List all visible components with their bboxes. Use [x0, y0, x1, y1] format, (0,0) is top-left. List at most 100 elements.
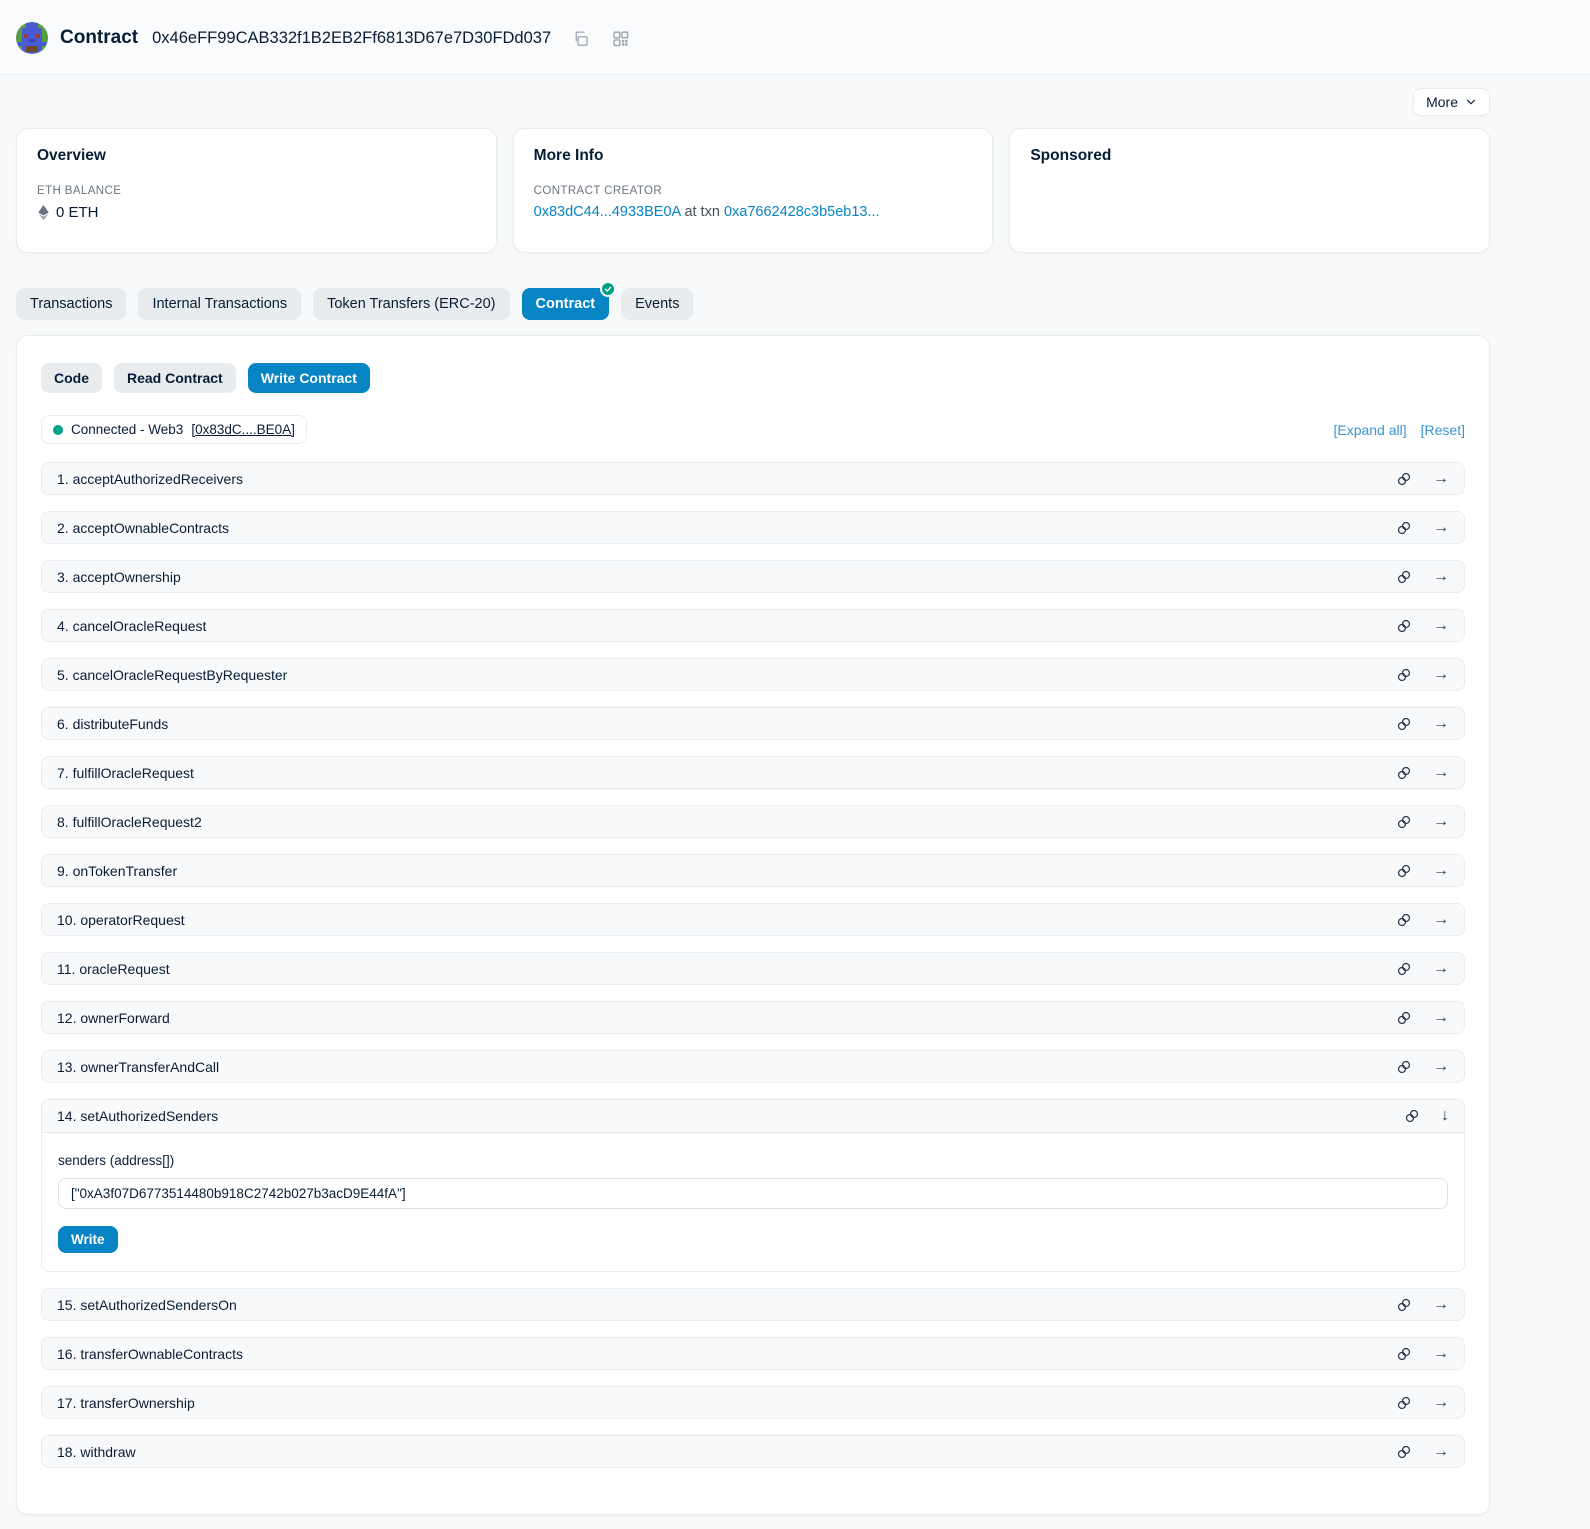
senders-input[interactable] — [58, 1178, 1448, 1209]
link-icon[interactable] — [1396, 814, 1412, 830]
write-button[interactable]: Write — [58, 1226, 118, 1253]
function-label: 11. oracleRequest — [57, 961, 170, 977]
eth-balance-label: ETH BALANCE — [37, 185, 476, 197]
expand-arrow-icon[interactable]: → — [1433, 863, 1449, 879]
link-icon[interactable] — [1396, 716, 1412, 732]
more-info-card: More Info CONTRACT CREATOR 0x83dC44...49… — [513, 128, 994, 253]
contract-blockie-avatar — [16, 22, 48, 54]
link-icon[interactable] — [1396, 1444, 1412, 1460]
expand-arrow-icon[interactable]: → — [1433, 1346, 1449, 1362]
function-row-ownerTransferAndCall[interactable]: 13. ownerTransferAndCall → — [41, 1050, 1465, 1083]
summary-cards: Overview ETH BALANCE 0 ETH More Info CON… — [16, 128, 1490, 253]
expand-arrow-icon[interactable]: → — [1433, 1395, 1449, 1411]
function-row-withdraw[interactable]: 18. withdraw → — [41, 1435, 1465, 1468]
expand-all-link[interactable]: [Expand all] — [1333, 422, 1406, 438]
qr-code-icon — [612, 30, 629, 47]
creator-address-link[interactable]: 0x83dC44...4933BE0A — [534, 204, 681, 220]
expand-arrow-icon[interactable]: → — [1433, 1297, 1449, 1313]
qr-code-button[interactable] — [612, 30, 629, 47]
expand-arrow-icon[interactable]: → — [1433, 716, 1449, 732]
link-icon[interactable] — [1396, 1346, 1412, 1362]
function-row-transferOwnership[interactable]: 17. transferOwnership → — [41, 1386, 1465, 1419]
function-row-oracleRequest[interactable]: 11. oracleRequest → — [41, 952, 1465, 985]
link-icon[interactable] — [1396, 471, 1412, 487]
function-row-acceptOwnership[interactable]: 3. acceptOwnership → — [41, 560, 1465, 593]
collapse-arrow-icon[interactable]: ↓ — [1441, 1108, 1449, 1124]
connected-dot-icon — [53, 425, 63, 435]
subtab-code[interactable]: Code — [41, 363, 102, 393]
expand-arrow-icon[interactable]: → — [1433, 961, 1449, 977]
function-row-transferOwnableContracts[interactable]: 16. transferOwnableContracts → — [41, 1337, 1465, 1370]
function-expanded-setAuthorizedSenders: 14. setAuthorizedSenders ↓ senders (addr… — [41, 1099, 1465, 1272]
overview-card-title: Overview — [37, 147, 476, 165]
link-icon[interactable] — [1396, 667, 1412, 683]
creator-txn-link[interactable]: 0xa7662428c3b5eb13... — [724, 204, 880, 220]
function-label: 12. ownerForward — [57, 1010, 170, 1026]
expand-arrow-icon[interactable]: → — [1433, 814, 1449, 830]
tab-events[interactable]: Events — [621, 288, 693, 320]
function-row-acceptOwnableContracts[interactable]: 2. acceptOwnableContracts → — [41, 511, 1465, 544]
function-label: 17. transferOwnership — [57, 1395, 195, 1411]
function-row-distributeFunds[interactable]: 6. distributeFunds → — [41, 707, 1465, 740]
page-header: Contract 0x46eFF99CAB332f1B2EB2Ff6813D67… — [0, 0, 1590, 75]
connection-row: Connected - Web3 [0x83dC....BE0A] [Expan… — [41, 415, 1465, 444]
function-label: 5. cancelOracleRequestByRequester — [57, 667, 287, 683]
expand-arrow-icon[interactable]: → — [1433, 1010, 1449, 1026]
eth-balance-value: 0 ETH — [56, 204, 99, 221]
expand-arrow-icon[interactable]: → — [1433, 618, 1449, 634]
tab-internal-transactions[interactable]: Internal Transactions — [138, 288, 301, 320]
copy-icon — [573, 30, 590, 47]
tab-token-transfers[interactable]: Token Transfers (ERC-20) — [313, 288, 509, 320]
copy-address-button[interactable] — [573, 30, 590, 47]
function-label: 6. distributeFunds — [57, 716, 168, 732]
tab-transactions[interactable]: Transactions — [16, 288, 126, 320]
more-button[interactable]: More — [1413, 88, 1490, 116]
link-icon[interactable] — [1396, 961, 1412, 977]
function-row-cancelOracleRequest[interactable]: 4. cancelOracleRequest → — [41, 609, 1465, 642]
function-row-operatorRequest[interactable]: 10. operatorRequest → — [41, 903, 1465, 936]
link-icon[interactable] — [1396, 765, 1412, 781]
function-row-setAuthorizedSenders[interactable]: 14. setAuthorizedSenders ↓ — [42, 1100, 1464, 1133]
link-icon[interactable] — [1396, 569, 1412, 585]
expand-arrow-icon[interactable]: → — [1433, 1444, 1449, 1460]
expand-arrow-icon[interactable]: → — [1433, 471, 1449, 487]
page-title: Contract — [60, 27, 138, 49]
link-icon[interactable] — [1396, 912, 1412, 928]
more-button-label: More — [1426, 94, 1458, 110]
subtab-read-contract[interactable]: Read Contract — [114, 363, 236, 393]
function-label: 18. withdraw — [57, 1444, 136, 1460]
function-label: 7. fulfillOracleRequest — [57, 765, 194, 781]
link-icon[interactable] — [1396, 1395, 1412, 1411]
sponsored-card-title: Sponsored — [1030, 147, 1469, 165]
function-form: senders (address[]) Write — [42, 1133, 1464, 1271]
link-icon[interactable] — [1396, 863, 1412, 879]
reset-link[interactable]: [Reset] — [1421, 422, 1465, 438]
tab-contract[interactable]: Contract — [522, 288, 610, 320]
function-row-setAuthorizedSendersOn[interactable]: 15. setAuthorizedSendersOn → — [41, 1288, 1465, 1321]
expand-arrow-icon[interactable]: → — [1433, 765, 1449, 781]
link-icon[interactable] — [1396, 618, 1412, 634]
check-icon — [604, 285, 612, 293]
wallet-connection-status: Connected - Web3 [0x83dC....BE0A] — [41, 415, 307, 444]
link-icon[interactable] — [1396, 1010, 1412, 1026]
link-icon[interactable] — [1404, 1108, 1420, 1124]
function-row-fulfillOracleRequest2[interactable]: 8. fulfillOracleRequest2 → — [41, 805, 1465, 838]
function-row-acceptAuthorizedReceivers[interactable]: 1. acceptAuthorizedReceivers → — [41, 462, 1465, 495]
subtab-write-contract[interactable]: Write Contract — [248, 363, 370, 393]
link-icon[interactable] — [1396, 520, 1412, 536]
function-label: 4. cancelOracleRequest — [57, 618, 206, 634]
write-function-list: 1. acceptAuthorizedReceivers → 2. accept… — [41, 462, 1465, 1468]
page-tabs: Transactions Internal Transactions Token… — [16, 288, 1490, 320]
expand-arrow-icon[interactable]: → — [1433, 569, 1449, 585]
function-row-cancelOracleRequestByRequester[interactable]: 5. cancelOracleRequestByRequester → — [41, 658, 1465, 691]
function-row-fulfillOracleRequest[interactable]: 7. fulfillOracleRequest → — [41, 756, 1465, 789]
expand-arrow-icon[interactable]: → — [1433, 667, 1449, 683]
expand-arrow-icon[interactable]: → — [1433, 1059, 1449, 1075]
link-icon[interactable] — [1396, 1297, 1412, 1313]
function-row-onTokenTransfer[interactable]: 9. onTokenTransfer → — [41, 854, 1465, 887]
expand-arrow-icon[interactable]: → — [1433, 520, 1449, 536]
link-icon[interactable] — [1396, 1059, 1412, 1075]
expand-arrow-icon[interactable]: → — [1433, 912, 1449, 928]
connected-wallet-link[interactable]: [0x83dC....BE0A] — [191, 422, 295, 437]
function-row-ownerForward[interactable]: 12. ownerForward → — [41, 1001, 1465, 1034]
